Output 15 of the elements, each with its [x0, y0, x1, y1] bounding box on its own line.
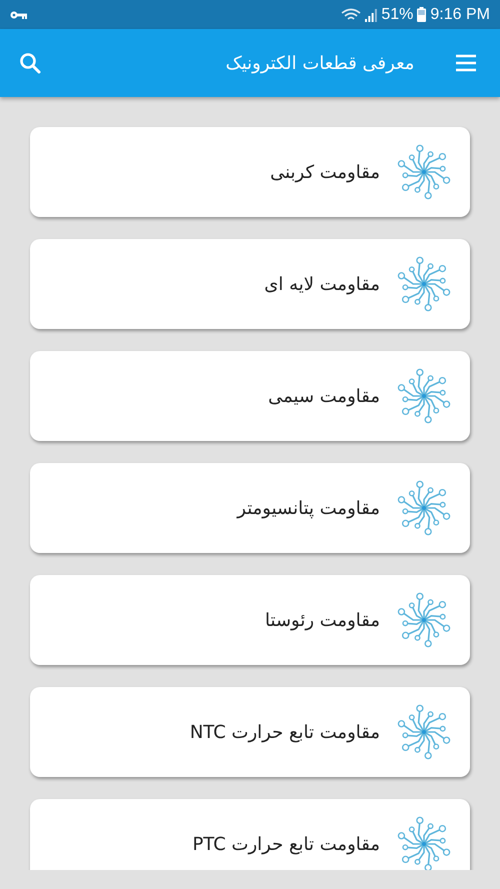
signal-icon [365, 8, 378, 22]
key-icon [10, 10, 28, 20]
list-item-card[interactable]: مقاومت سیمی [30, 351, 470, 441]
list-item-card[interactable]: مقاومت لایه ای [30, 239, 470, 329]
battery-icon [417, 7, 426, 22]
wifi-icon [341, 8, 362, 22]
list-item-card[interactable]: مقاومت تابع حرارت PTC [30, 799, 470, 870]
list-item-card[interactable]: مقاومت کربنی [30, 127, 470, 217]
search-icon [18, 51, 42, 75]
list-item-card[interactable]: مقاومت رئوستا [30, 575, 470, 665]
battery-percent: 51% [381, 6, 414, 24]
clock-time: 9:16 PM [430, 6, 490, 24]
list-item-card[interactable]: مقاومت تابع حرارت NTC [30, 687, 470, 777]
app-title: معرفی قطعات الکترونیک [226, 52, 414, 74]
list-item-card[interactable]: مقاومت پتانسیومتر [30, 463, 470, 553]
